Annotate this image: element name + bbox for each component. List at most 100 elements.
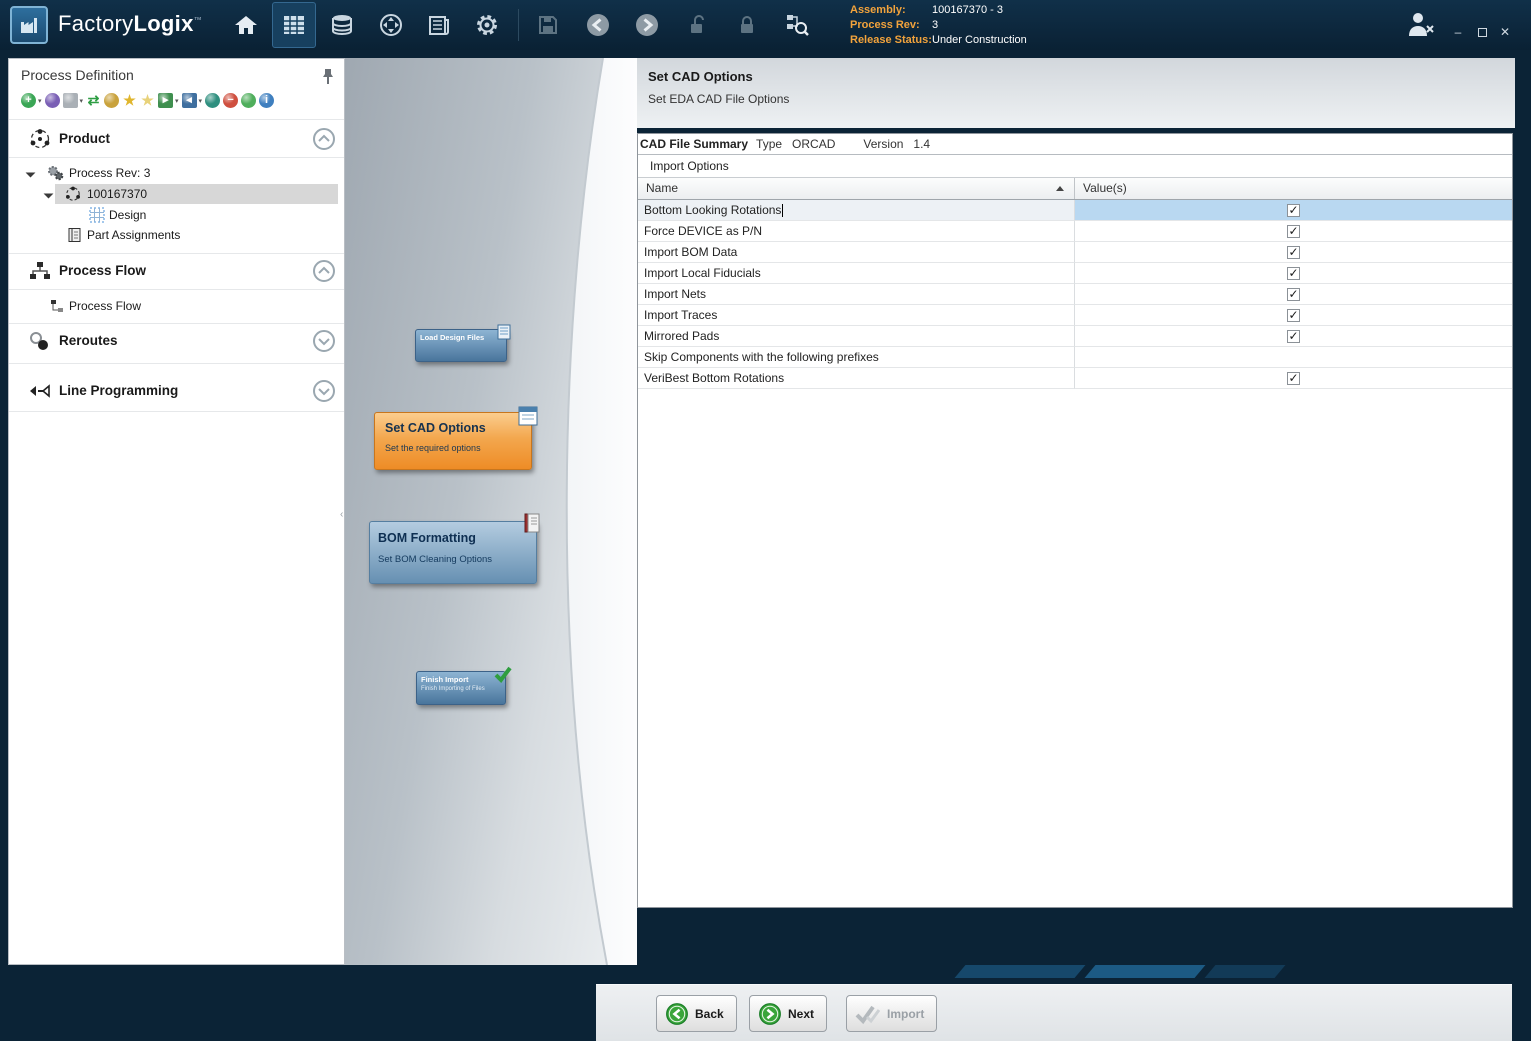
option-name-cell[interactable]: VeriBest Bottom Rotations bbox=[638, 368, 1075, 389]
option-name-cell[interactable]: Mirrored Pads bbox=[638, 326, 1075, 347]
sync-icon[interactable]: ⇄ bbox=[86, 93, 101, 108]
back-button[interactable]: Back bbox=[656, 995, 737, 1032]
process-definition-icon[interactable] bbox=[280, 11, 308, 39]
table-row[interactable]: Import Local Fiducials bbox=[638, 263, 1512, 284]
sidebar-section-process-flow[interactable]: Process Flow bbox=[9, 257, 344, 287]
tree-item-part-assignments[interactable]: Part Assignments bbox=[9, 225, 344, 245]
info-icon[interactable]: i bbox=[259, 93, 274, 108]
option-value-cell[interactable] bbox=[1075, 368, 1512, 389]
print-dropdown-icon[interactable]: ▾ bbox=[80, 97, 84, 105]
favorite-icon[interactable]: ★ bbox=[140, 93, 155, 108]
window-bottom-strip bbox=[0, 965, 1531, 978]
import-dropdown-icon[interactable]: ▾ bbox=[199, 97, 203, 105]
name-column-header[interactable]: Name bbox=[638, 178, 1075, 199]
row-checkbox[interactable] bbox=[1287, 372, 1300, 385]
minimize-button[interactable]: – bbox=[1449, 24, 1467, 40]
table-row[interactable]: Import BOM Data bbox=[638, 242, 1512, 263]
sidebar-section-reroutes[interactable]: Reroutes bbox=[9, 327, 344, 357]
wizard-step-finish-import[interactable]: Finish Import Finish Importing of Files bbox=[416, 671, 506, 705]
option-value-cell[interactable] bbox=[1075, 284, 1512, 305]
export-icon[interactable]: ▸ bbox=[158, 93, 173, 108]
section-label: Product bbox=[59, 131, 110, 146]
lock-icon[interactable] bbox=[733, 11, 761, 39]
undo-back-icon[interactable] bbox=[584, 11, 612, 39]
add-dropdown-icon[interactable]: ▾ bbox=[38, 97, 42, 105]
key-icon[interactable] bbox=[104, 93, 119, 108]
wizard-step-set-cad-options[interactable]: Set CAD Options Set the required options bbox=[374, 412, 532, 470]
tree-item-process-rev[interactable]: Process Rev: 3 bbox=[9, 163, 344, 183]
export-dropdown-icon[interactable]: ▾ bbox=[175, 97, 179, 105]
option-name-cell[interactable]: Import Local Fiducials bbox=[638, 263, 1075, 284]
option-name-cell[interactable]: Force DEVICE as P/N bbox=[638, 221, 1075, 242]
table-row[interactable]: Bottom Looking Rotations bbox=[638, 200, 1512, 221]
table-row[interactable]: Skip Components with the following prefi… bbox=[638, 347, 1512, 368]
option-value-cell[interactable] bbox=[1075, 347, 1512, 368]
import-button[interactable]: Import bbox=[846, 995, 937, 1032]
table-row[interactable]: Import Traces bbox=[638, 305, 1512, 326]
option-value-cell[interactable] bbox=[1075, 305, 1512, 326]
table-row[interactable]: Force DEVICE as P/N bbox=[638, 221, 1512, 242]
unlock-icon[interactable] bbox=[684, 11, 712, 39]
expand-line-programming-icon[interactable] bbox=[312, 379, 336, 403]
option-name-cell[interactable]: Import Traces bbox=[638, 305, 1075, 326]
next-button[interactable]: Next bbox=[749, 995, 827, 1032]
row-checkbox[interactable] bbox=[1287, 246, 1300, 259]
accept-icon[interactable] bbox=[241, 93, 256, 108]
table-row[interactable]: Import Nets bbox=[638, 284, 1512, 305]
row-checkbox[interactable] bbox=[1287, 330, 1300, 343]
tree-item-assembly[interactable]: 100167370 bbox=[9, 184, 344, 204]
tree-item-label: Part Assignments bbox=[87, 228, 180, 242]
pin-icon[interactable] bbox=[321, 68, 335, 88]
tree-item-design[interactable]: Design bbox=[9, 205, 344, 225]
option-value-cell[interactable] bbox=[1075, 200, 1512, 221]
add-icon[interactable]: + bbox=[21, 93, 36, 108]
design-grid-icon bbox=[89, 207, 105, 226]
wizard-step-bom-formatting[interactable]: BOM Formatting Set BOM Cleaning Options bbox=[369, 521, 537, 584]
materials-database-icon[interactable] bbox=[328, 11, 356, 39]
sidebar-section-line-programming[interactable]: Line Programming bbox=[9, 377, 344, 407]
row-checkbox[interactable] bbox=[1287, 309, 1300, 322]
audit-search-icon[interactable] bbox=[783, 11, 811, 39]
option-value-cell[interactable] bbox=[1075, 263, 1512, 284]
remove-icon[interactable]: − bbox=[223, 93, 238, 108]
option-name-cell[interactable]: Bottom Looking Rotations bbox=[638, 200, 1075, 221]
values-column-header[interactable]: Value(s) bbox=[1075, 178, 1512, 199]
home-icon[interactable] bbox=[232, 11, 260, 39]
documents-icon[interactable] bbox=[425, 11, 453, 39]
print-icon[interactable] bbox=[63, 93, 78, 108]
row-checkbox[interactable] bbox=[1287, 288, 1300, 301]
tree-item-process-flow[interactable]: Process Flow bbox=[9, 296, 344, 316]
globe-icon[interactable] bbox=[205, 93, 220, 108]
collapse-product-icon[interactable] bbox=[312, 127, 336, 151]
option-name-cell[interactable]: Import Nets bbox=[638, 284, 1075, 305]
row-checkbox[interactable] bbox=[1287, 204, 1300, 217]
option-name-cell[interactable]: Skip Components with the following prefi… bbox=[638, 347, 1075, 368]
row-checkbox[interactable] bbox=[1287, 267, 1300, 280]
settings-gear-icon[interactable] bbox=[473, 11, 501, 39]
collapse-process-flow-icon[interactable] bbox=[312, 259, 336, 283]
option-value-cell[interactable] bbox=[1075, 221, 1512, 242]
sidebar-section-product[interactable]: Product bbox=[9, 125, 344, 155]
row-checkbox[interactable] bbox=[1287, 225, 1300, 238]
option-value-cell[interactable] bbox=[1075, 242, 1512, 263]
expand-caret-icon[interactable] bbox=[26, 168, 36, 178]
save-icon[interactable] bbox=[534, 11, 562, 39]
wizard-step-load-design-files[interactable]: Load Design Files bbox=[415, 329, 507, 362]
expand-caret-icon[interactable] bbox=[44, 189, 54, 199]
user-logout-icon[interactable] bbox=[1405, 10, 1437, 38]
web-icon[interactable] bbox=[45, 93, 60, 108]
page-subtitle: Set EDA CAD File Options bbox=[648, 92, 789, 106]
close-button[interactable]: ✕ bbox=[1496, 24, 1514, 40]
option-value-cell[interactable] bbox=[1075, 326, 1512, 347]
redo-forward-icon[interactable] bbox=[633, 11, 661, 39]
expand-reroutes-icon[interactable] bbox=[312, 329, 336, 353]
import-icon[interactable]: ◂ bbox=[182, 93, 197, 108]
option-name-cell[interactable]: Import BOM Data bbox=[638, 242, 1075, 263]
star-icon[interactable]: ★ bbox=[122, 93, 137, 108]
table-row[interactable]: Mirrored Pads bbox=[638, 326, 1512, 347]
decorative-stripe bbox=[955, 965, 1086, 978]
dispatch-icon[interactable] bbox=[377, 11, 405, 39]
table-row[interactable]: VeriBest Bottom Rotations bbox=[638, 368, 1512, 389]
maximize-button[interactable] bbox=[1473, 24, 1491, 40]
row-name-text: Force DEVICE as P/N bbox=[644, 224, 762, 238]
